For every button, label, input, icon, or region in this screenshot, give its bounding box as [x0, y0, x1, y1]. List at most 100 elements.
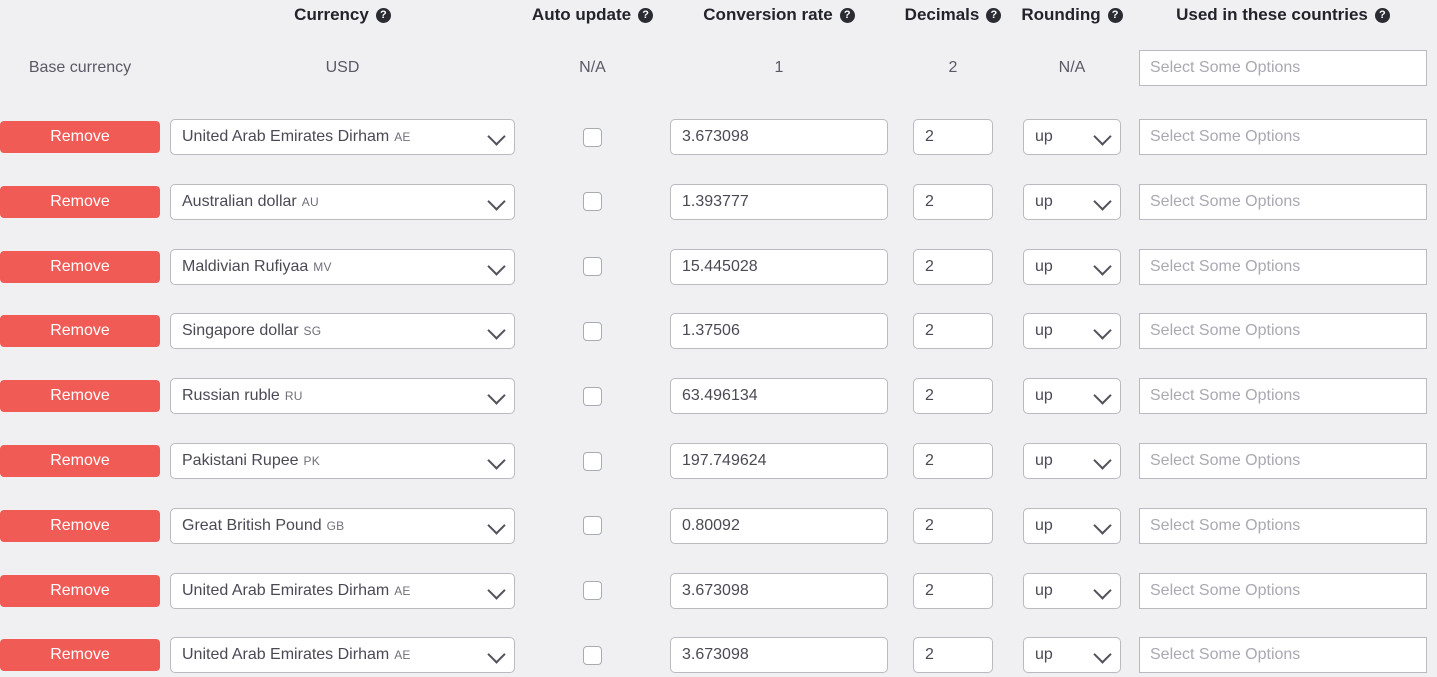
countries-multiselect[interactable]: Select Some Options — [1139, 378, 1427, 415]
help-icon-auto-update[interactable]: ? — [638, 7, 654, 23]
decimals-input[interactable] — [913, 119, 993, 155]
decimals-input[interactable] — [913, 443, 993, 479]
header-label-countries: Used in these countries — [1176, 5, 1368, 24]
row-decimals-cell — [913, 374, 993, 418]
countries-multiselect[interactable]: Select Some Options — [1139, 572, 1427, 609]
auto-update-checkbox[interactable] — [583, 192, 602, 212]
conversion-rate-input[interactable] — [670, 183, 888, 220]
row-rounding-cell: up — [1023, 633, 1121, 677]
row-action-cell: Remove — [0, 504, 160, 548]
conversion-rate-input[interactable] — [670, 507, 888, 544]
currency-select[interactable]: Australian dollar AU — [170, 183, 515, 220]
row-rounding-cell: up — [1023, 504, 1121, 548]
row-decimals-cell — [913, 180, 993, 224]
table-row: Remove Maldivian Rufiyaa MV up Select Some O… — [0, 245, 1437, 289]
chevron-down-icon — [487, 516, 506, 535]
decimals-input[interactable] — [913, 637, 993, 674]
row-countries-cell: Select Some Options — [1139, 180, 1427, 224]
currency-select-label: Singapore dollar — [182, 322, 299, 340]
chevron-down-icon — [1093, 516, 1112, 535]
countries-multiselect[interactable]: Select Some Options — [1139, 507, 1427, 544]
currency-select[interactable]: United Arab Emirates Dirham AE — [170, 572, 515, 609]
countries-placeholder: Select Some Options — [1150, 646, 1301, 664]
conversion-rate-input[interactable] — [670, 313, 888, 350]
rounding-select[interactable]: up — [1023, 507, 1121, 544]
base-currency-rate-cell: 1 — [670, 46, 888, 90]
decimals-input[interactable] — [913, 248, 993, 285]
row-action-cell: Remove — [0, 633, 160, 677]
rounding-select[interactable]: up — [1023, 378, 1121, 415]
conversion-rate-input[interactable] — [670, 572, 888, 609]
rounding-select[interactable]: up — [1023, 248, 1121, 285]
currency-select[interactable]: United Arab Emirates Dirham AE — [170, 637, 515, 674]
conversion-rate-input[interactable] — [670, 248, 888, 285]
help-icon-decimals[interactable]: ? — [986, 7, 1002, 23]
currency-select[interactable]: Russian ruble RU — [170, 378, 515, 415]
header-cell-decimals: Decimals ? — [905, 0, 1002, 30]
remove-button[interactable]: Remove — [0, 509, 160, 542]
currency-select-label: Australian dollar — [182, 192, 297, 210]
rounding-select[interactable]: up — [1023, 313, 1121, 350]
decimals-input[interactable] — [913, 183, 993, 220]
row-rounding-cell: up — [1023, 374, 1121, 418]
row-currency-cell: United Arab Emirates Dirham AE — [170, 633, 515, 677]
auto-update-checkbox[interactable] — [583, 321, 602, 341]
decimals-input[interactable] — [913, 572, 993, 609]
rounding-select[interactable]: up — [1023, 572, 1121, 609]
help-icon-countries[interactable]: ? — [1374, 7, 1390, 23]
row-countries-cell: Select Some Options — [1139, 633, 1427, 677]
row-conversion-rate-cell — [670, 374, 888, 418]
countries-multiselect[interactable]: Select Some Options — [1139, 119, 1427, 155]
auto-update-checkbox[interactable] — [583, 516, 602, 536]
auto-update-checkbox[interactable] — [583, 451, 602, 471]
rounding-select[interactable]: up — [1023, 637, 1121, 674]
auto-update-checkbox[interactable] — [583, 645, 602, 665]
remove-button[interactable]: Remove — [0, 380, 160, 413]
remove-button[interactable]: Remove — [0, 121, 160, 153]
row-decimals-cell — [913, 504, 993, 548]
base-currency-row: Base currency USD N/A 1 2 N/A Select Som… — [0, 46, 1437, 90]
countries-multiselect[interactable]: Select Some Options — [1139, 183, 1427, 220]
base-currency-rate: 1 — [774, 59, 784, 76]
remove-button[interactable]: Remove — [0, 445, 160, 477]
base-currency-countries-multiselect[interactable]: Select Some Options — [1139, 50, 1427, 86]
row-currency-cell: United Arab Emirates Dirham AE — [170, 569, 515, 613]
remove-button[interactable]: Remove — [0, 574, 160, 607]
remove-button[interactable]: Remove — [0, 639, 160, 672]
conversion-rate-input[interactable] — [670, 378, 888, 415]
currency-select-label: Russian ruble — [182, 387, 280, 405]
decimals-input[interactable] — [913, 313, 993, 350]
countries-multiselect[interactable]: Select Some Options — [1139, 443, 1427, 479]
rounding-select[interactable]: up — [1023, 183, 1121, 220]
currency-select[interactable]: Pakistani Rupee PK — [170, 443, 515, 479]
countries-multiselect[interactable]: Select Some Options — [1139, 313, 1427, 350]
remove-button[interactable]: Remove — [0, 250, 160, 283]
row-decimals-cell — [913, 115, 993, 159]
currency-select[interactable]: Great British Pound GB — [170, 507, 515, 544]
rounding-select[interactable]: up — [1023, 119, 1121, 155]
countries-multiselect[interactable]: Select Some Options — [1139, 248, 1427, 285]
currency-select[interactable]: United Arab Emirates Dirham AE — [170, 119, 515, 155]
decimals-input[interactable] — [913, 378, 993, 415]
auto-update-checkbox[interactable] — [583, 257, 602, 277]
currency-select-code: RU — [284, 389, 303, 404]
rounding-select[interactable]: up — [1023, 443, 1121, 479]
countries-placeholder: Select Some Options — [1150, 257, 1301, 275]
help-icon-conversion-rate[interactable]: ? — [839, 7, 855, 23]
remove-button[interactable]: Remove — [0, 185, 160, 218]
decimals-input[interactable] — [913, 507, 993, 544]
conversion-rate-input[interactable] — [670, 119, 888, 155]
help-icon-rounding[interactable]: ? — [1107, 7, 1123, 23]
auto-update-checkbox[interactable] — [583, 386, 602, 406]
auto-update-checkbox[interactable] — [583, 127, 602, 147]
countries-placeholder: Select Some Options — [1150, 516, 1301, 534]
conversion-rate-input[interactable] — [670, 637, 888, 674]
countries-multiselect[interactable]: Select Some Options — [1139, 637, 1427, 674]
currency-select[interactable]: Maldivian Rufiyaa MV — [170, 248, 515, 285]
currency-select-code: PK — [303, 454, 320, 468]
help-icon-currency[interactable]: ? — [375, 7, 391, 23]
currency-select[interactable]: Singapore dollar SG — [170, 313, 515, 350]
auto-update-checkbox[interactable] — [583, 581, 602, 601]
remove-button[interactable]: Remove — [0, 315, 160, 348]
conversion-rate-input[interactable] — [670, 443, 888, 479]
